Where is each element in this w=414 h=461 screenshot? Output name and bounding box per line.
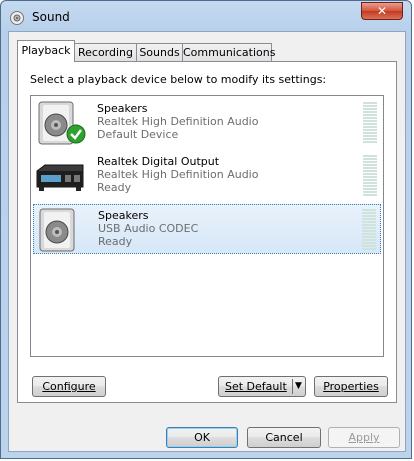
level-meter — [362, 209, 376, 251]
window-title: Sound — [32, 10, 70, 24]
device-list: Speakers Realtek High Definition Audio D… — [30, 95, 384, 357]
apply-button[interactable]: Apply — [328, 427, 400, 448]
digital-output-icon — [36, 164, 84, 191]
split-divider — [292, 379, 293, 394]
device-description: Realtek High Definition Audio — [97, 168, 259, 181]
device-name: Realtek Digital Output — [97, 155, 220, 168]
playback-panel: Select a playback device below to modify… — [17, 61, 397, 403]
instruction-text: Select a playback device below to modify… — [30, 73, 327, 86]
properties-button[interactable]: Properties — [314, 376, 388, 397]
device-item[interactable]: Realtek Digital Output Realtek High Defi… — [33, 151, 381, 201]
speaker-icon — [39, 208, 75, 252]
device-status: Default Device — [97, 128, 179, 141]
title-bar[interactable]: Sound ✕ — [1, 1, 411, 31]
tab-sounds[interactable]: Sounds — [136, 43, 183, 61]
tab-playback[interactable]: Playback — [17, 40, 75, 62]
device-item[interactable]: Speakers Realtek High Definition Audio D… — [33, 98, 381, 148]
set-default-button[interactable]: Set Default ▼ — [218, 376, 306, 397]
device-status: Ready — [98, 235, 133, 248]
device-status: Ready — [97, 181, 132, 194]
tab-communications[interactable]: Communications — [182, 43, 275, 61]
apply-label: Apply — [348, 431, 380, 444]
sound-app-icon — [10, 11, 24, 25]
set-default-label: Set Default — [225, 380, 287, 393]
properties-label: Properties — [323, 380, 379, 393]
device-description: USB Audio CODEC — [98, 222, 199, 235]
close-icon: ✕ — [376, 4, 388, 18]
default-check-icon — [66, 124, 86, 144]
ok-button[interactable]: OK — [166, 427, 238, 448]
device-item-selected[interactable]: Speakers USB Audio CODEC Ready — [33, 204, 381, 254]
dropdown-arrow-icon[interactable]: ▼ — [295, 377, 302, 396]
device-description: Realtek High Definition Audio — [97, 115, 259, 128]
dialog-body: Playback Recording Sounds Communications… — [8, 31, 406, 452]
device-name: Speakers — [97, 102, 148, 115]
sound-dialog: Sound ✕ Playback Recording Sounds Commun… — [0, 0, 412, 459]
configure-label: Configure — [42, 380, 96, 393]
close-button[interactable]: ✕ — [361, 2, 403, 20]
level-meter — [363, 155, 377, 197]
level-meter — [363, 102, 377, 144]
tab-recording[interactable]: Recording — [74, 43, 137, 61]
cancel-button[interactable]: Cancel — [247, 427, 321, 448]
device-name: Speakers — [98, 209, 149, 222]
configure-button[interactable]: Configure — [32, 376, 106, 397]
